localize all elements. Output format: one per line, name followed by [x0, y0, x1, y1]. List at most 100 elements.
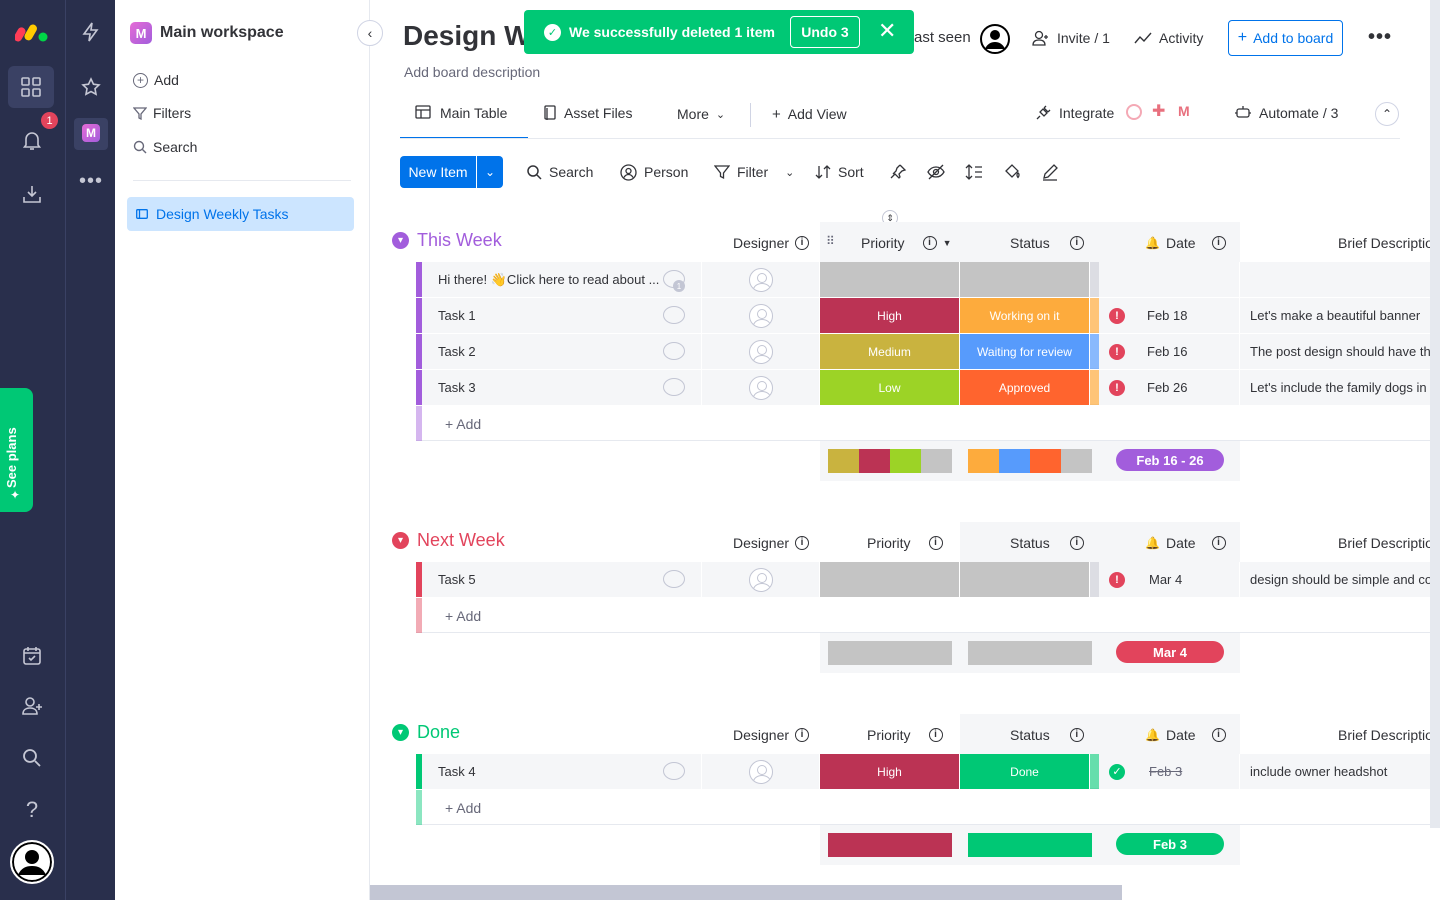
- undo-button[interactable]: Undo 3: [790, 16, 860, 48]
- info-icon[interactable]: i: [795, 236, 810, 250]
- column-header-designer[interactable]: Designer i: [733, 715, 810, 755]
- person-filter-button[interactable]: Person: [620, 157, 688, 187]
- info-icon[interactable]: i: [1211, 728, 1226, 742]
- group-collapse-chevron-icon[interactable]: ▾: [392, 724, 409, 741]
- table-row[interactable]: Task 2 Medium Waiting for review ! Feb 16…: [416, 334, 1440, 369]
- info-icon[interactable]: i: [928, 728, 943, 742]
- column-header-brief[interactable]: Brief Descriptio: [1338, 523, 1433, 563]
- sort-button[interactable]: Sort: [815, 157, 864, 187]
- board-menu-dots-icon[interactable]: •••: [1368, 26, 1392, 49]
- help-question-icon[interactable]: ?: [16, 794, 48, 826]
- info-icon[interactable]: i: [928, 536, 943, 550]
- brief-cell[interactable]: Let's make a beautiful banner: [1240, 298, 1440, 333]
- status-cell[interactable]: Done: [960, 754, 1090, 789]
- designer-cell[interactable]: [702, 334, 820, 369]
- search-button[interactable]: Search: [527, 157, 593, 187]
- group-collapse-chevron-icon[interactable]: ▾: [392, 532, 409, 549]
- add-view-button[interactable]: + Add View: [772, 99, 847, 129]
- collapse-panel-chevron-icon[interactable]: ‹: [357, 20, 383, 46]
- item-name[interactable]: Task 4: [422, 754, 702, 789]
- comment-bubble-icon[interactable]: [663, 342, 685, 360]
- group-title[interactable]: This Week: [417, 230, 502, 251]
- date-cell[interactable]: ! Feb 18: [1099, 298, 1240, 333]
- tab-asset-files[interactable]: Asset Files: [543, 98, 632, 128]
- priority-cell[interactable]: Medium: [820, 334, 960, 369]
- automate-button[interactable]: Automate / 3: [1234, 98, 1338, 128]
- designer-cell[interactable]: [702, 262, 820, 297]
- table-row[interactable]: Hi there! 👋Click here to read about ... …: [416, 262, 1440, 297]
- status-cell-empty[interactable]: [960, 562, 1090, 597]
- priority-cell[interactable]: High: [820, 298, 960, 333]
- table-row[interactable]: Task 5 ! Mar 4 design should be simple an…: [416, 562, 1440, 597]
- column-header-designer[interactable]: Designer i: [733, 523, 810, 563]
- info-icon[interactable]: i: [1069, 728, 1084, 742]
- brief-cell[interactable]: [1240, 262, 1440, 297]
- monday-logo[interactable]: [14, 16, 50, 48]
- add-item-row[interactable]: + Add: [416, 598, 1440, 633]
- group-collapse-chevron-icon[interactable]: ▾: [392, 232, 409, 249]
- column-header-date[interactable]: 🔔 Date i: [1145, 223, 1226, 263]
- last-seen-label[interactable]: ast seen: [914, 29, 971, 46]
- pin-icon[interactable]: [889, 163, 907, 186]
- item-name[interactable]: Task 2: [422, 334, 702, 369]
- color-paint-bucket-icon[interactable]: [1003, 163, 1021, 186]
- table-row[interactable]: Task 4 High Done ✓ Feb 3 include owner he…: [416, 754, 1440, 789]
- add-item-label[interactable]: + Add: [445, 416, 481, 432]
- add-item-label[interactable]: + Add: [445, 800, 481, 816]
- filters-nav-item[interactable]: Filters: [133, 103, 191, 123]
- info-icon[interactable]: i: [1211, 236, 1226, 250]
- see-plans-button[interactable]: See plans ✦: [0, 388, 33, 512]
- new-item-button[interactable]: New Item: [400, 156, 476, 188]
- item-name[interactable]: Task 3: [422, 370, 702, 405]
- comment-bubble-icon[interactable]: [663, 378, 685, 396]
- group-header-done[interactable]: ▾ Done: [392, 722, 460, 743]
- board-description[interactable]: Add board description: [404, 64, 540, 80]
- column-header-status[interactable]: Status i: [1010, 523, 1084, 563]
- group-title[interactable]: Next Week: [417, 530, 505, 551]
- collapse-header-chevron-up-icon[interactable]: ⌃: [1375, 102, 1399, 126]
- activity-button[interactable]: Activity: [1134, 23, 1203, 53]
- group-header-this-week[interactable]: ▾ This Week: [392, 230, 502, 251]
- designer-cell[interactable]: [702, 298, 820, 333]
- column-header-status[interactable]: Status i: [1010, 715, 1084, 755]
- add-nav-item[interactable]: + Add: [133, 70, 179, 90]
- status-cell-empty[interactable]: [960, 262, 1090, 297]
- designer-cell[interactable]: [702, 754, 820, 789]
- brief-cell[interactable]: Let's include the family dogs in: [1240, 370, 1440, 405]
- brief-cell[interactable]: design should be simple and co: [1240, 562, 1440, 597]
- my-work-calendar-icon[interactable]: [16, 640, 48, 672]
- date-cell[interactable]: ! Feb 16: [1099, 334, 1240, 369]
- status-cell[interactable]: Working on it: [960, 298, 1090, 333]
- column-header-brief[interactable]: Brief Descriptio: [1338, 715, 1433, 755]
- workspace-name[interactable]: Main workspace: [160, 24, 284, 42]
- date-cell[interactable]: ! Feb 26: [1099, 370, 1240, 405]
- group-header-next-week[interactable]: ▾ Next Week: [392, 530, 505, 551]
- user-avatar[interactable]: [10, 840, 54, 884]
- item-name[interactable]: Hi there! 👋Click here to read about ...: [422, 262, 702, 297]
- column-header-designer[interactable]: Designer i: [733, 223, 810, 263]
- date-cell[interactable]: [1099, 262, 1240, 297]
- info-icon[interactable]: i: [1211, 536, 1226, 550]
- comment-bubble-icon[interactable]: [663, 306, 685, 324]
- filter-button[interactable]: Filter ⌄: [714, 157, 794, 187]
- info-icon[interactable]: i: [795, 728, 810, 742]
- hide-eye-icon[interactable]: [926, 163, 946, 186]
- row-height-icon[interactable]: [965, 163, 983, 186]
- column-header-date[interactable]: 🔔 Date i: [1145, 715, 1226, 755]
- new-item-chevron-down-icon[interactable]: ⌄: [477, 156, 503, 188]
- inbox-download-icon[interactable]: [16, 178, 48, 210]
- priority-cell-empty[interactable]: [820, 262, 960, 297]
- vertical-scrollbar-track[interactable]: [1430, 0, 1440, 828]
- priority-cell[interactable]: Low: [820, 370, 960, 405]
- search-nav-item[interactable]: Search: [133, 137, 197, 157]
- comment-bubble-icon[interactable]: [663, 762, 685, 780]
- group-title[interactable]: Done: [417, 722, 460, 743]
- date-cell[interactable]: ! Mar 4: [1099, 562, 1240, 597]
- invite-button[interactable]: Invite / 1: [1032, 23, 1110, 53]
- column-header-status[interactable]: Status i: [1010, 223, 1084, 263]
- status-cell[interactable]: Approved: [960, 370, 1090, 405]
- horizontal-scrollbar[interactable]: [370, 885, 1122, 900]
- column-menu-caret-icon[interactable]: ▼: [943, 238, 952, 248]
- priority-cell[interactable]: High: [820, 754, 960, 789]
- designer-cell[interactable]: [702, 370, 820, 405]
